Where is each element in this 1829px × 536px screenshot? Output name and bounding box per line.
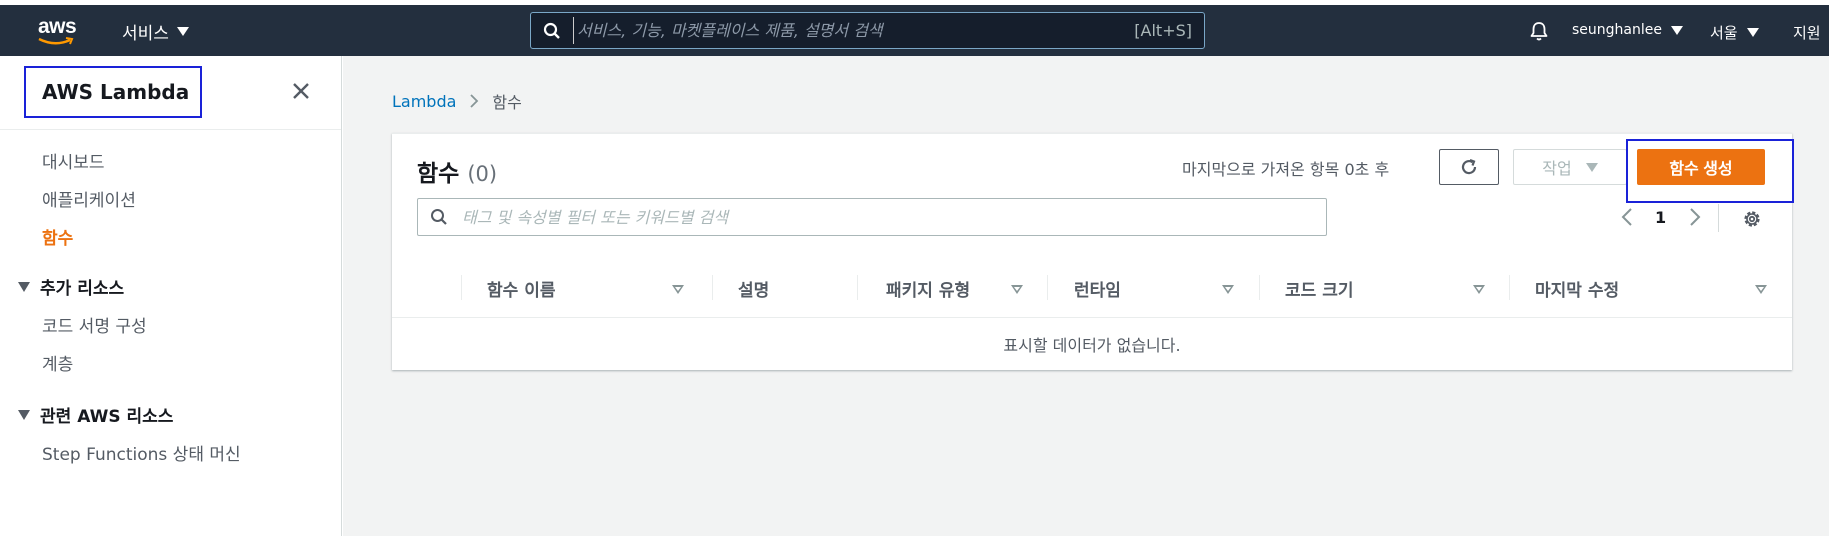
main-content: Lambda 함수 함수 (0) 마지막으로 가져온 항목 0초 후 작업 함수…	[343, 56, 1829, 536]
global-search-input[interactable]	[573, 17, 1093, 44]
caret-down-icon	[1746, 28, 1759, 37]
search-shortcut-hint: [Alt+S]	[1134, 21, 1192, 40]
aws-logo-text: aws	[38, 15, 77, 38]
last-fetched-text: 마지막으로 가져온 항목 0초 후	[1182, 160, 1390, 179]
sort-icon[interactable]	[1755, 285, 1767, 294]
aws-smile-icon	[38, 37, 74, 45]
pager-divider	[1718, 204, 1719, 232]
column-header-runtime[interactable]: 런타임	[1074, 259, 1121, 318]
column-divider	[1509, 275, 1510, 300]
create-function-button[interactable]: 함수 생성	[1637, 149, 1765, 185]
sort-icon[interactable]	[672, 285, 684, 294]
breadcrumb-lambda[interactable]: Lambda	[392, 92, 456, 111]
sort-icon[interactable]	[1473, 285, 1485, 294]
services-label: 서비스	[122, 24, 169, 44]
refresh-button[interactable]	[1439, 149, 1499, 185]
sidebar-item-functions[interactable]: 함수	[42, 224, 73, 249]
search-icon	[543, 22, 560, 39]
column-header-code-size[interactable]: 코드 크기	[1285, 259, 1353, 318]
chevron-left-icon[interactable]	[1620, 207, 1634, 227]
column-header-description[interactable]: 설명	[738, 259, 769, 318]
chevron-right-icon[interactable]	[1688, 207, 1702, 227]
caret-down-icon	[18, 281, 30, 292]
sort-icon[interactable]	[1222, 285, 1234, 294]
refresh-icon	[1461, 158, 1477, 175]
chevron-right-icon	[470, 94, 479, 108]
sidebar-divider	[0, 129, 341, 130]
caret-down-icon	[176, 27, 189, 36]
support-menu[interactable]: 지원	[1793, 22, 1821, 43]
sidebar-section-label: 관련 AWS 리소스	[40, 407, 174, 427]
caret-down-icon	[1585, 162, 1598, 172]
column-header-function-name[interactable]: 함수 이름	[487, 259, 555, 318]
function-count: (0)	[467, 162, 498, 186]
column-divider	[712, 275, 713, 300]
filter-input[interactable]	[462, 199, 1302, 235]
region-selector[interactable]: 서울	[1710, 22, 1759, 43]
actions-label: 작업	[1542, 161, 1572, 178]
current-page[interactable]: 1	[1655, 208, 1666, 227]
sidebar: AWS Lambda 대시보드 애플리케이션 함수 추가 리소스 코드 서명 구…	[0, 56, 342, 536]
sidebar-title[interactable]: AWS Lambda	[24, 66, 202, 118]
sidebar-section-label: 추가 리소스	[40, 279, 125, 299]
caret-down-icon	[18, 409, 30, 420]
global-search[interactable]: [Alt+S]	[530, 12, 1205, 49]
breadcrumb-current: 함수	[492, 93, 522, 112]
sidebar-item-dashboard[interactable]: 대시보드	[42, 148, 105, 173]
panel-title: 함수 (0)	[417, 154, 497, 188]
functions-panel: 함수 (0) 마지막으로 가져온 항목 0초 후 작업 함수 생성 1	[392, 133, 1794, 370]
search-icon	[431, 209, 447, 225]
top-navigation: aws 서비스 [Alt+S] seunghanlee 서울 지원	[0, 0, 1829, 56]
username: seunghanlee	[1572, 22, 1662, 38]
column-divider	[1047, 275, 1048, 300]
empty-table-message: 표시할 데이터가 없습니다.	[1003, 336, 1181, 355]
sidebar-section-related-aws-resources[interactable]: 관련 AWS 리소스	[18, 402, 173, 427]
gear-icon[interactable]	[1742, 209, 1762, 229]
column-header-last-modified[interactable]: 마지막 수정	[1535, 259, 1619, 318]
sidebar-item-applications[interactable]: 애플리케이션	[42, 186, 136, 211]
sidebar-item-layers[interactable]: 계층	[42, 350, 73, 375]
column-divider	[461, 275, 462, 300]
caret-down-icon	[1670, 25, 1683, 35]
close-icon[interactable]	[292, 82, 310, 100]
sidebar-item-code-signing[interactable]: 코드 서명 구성	[42, 312, 147, 337]
sidebar-item-step-functions[interactable]: Step Functions 상태 머신	[42, 440, 241, 465]
panel-title-text: 함수	[417, 161, 460, 187]
notifications-bell-icon[interactable]	[1528, 20, 1550, 42]
aws-logo[interactable]: aws	[36, 15, 82, 49]
breadcrumb: Lambda 함수	[392, 89, 522, 113]
column-divider	[857, 275, 858, 300]
column-divider	[1259, 275, 1260, 300]
region-label: 서울	[1710, 24, 1738, 42]
actions-dropdown[interactable]: 작업	[1513, 149, 1627, 185]
table-header: 함수 이름 설명 패키지 유형 런타임 코드 크기 마지막 수정	[392, 259, 1792, 318]
services-menu[interactable]: 서비스	[122, 19, 189, 44]
sidebar-section-additional-resources[interactable]: 추가 리소스	[18, 274, 124, 299]
column-header-package-type[interactable]: 패키지 유형	[886, 259, 970, 318]
sort-icon[interactable]	[1011, 285, 1023, 294]
user-menu[interactable]: seunghanlee	[1572, 22, 1683, 38]
function-filter[interactable]	[417, 198, 1327, 236]
